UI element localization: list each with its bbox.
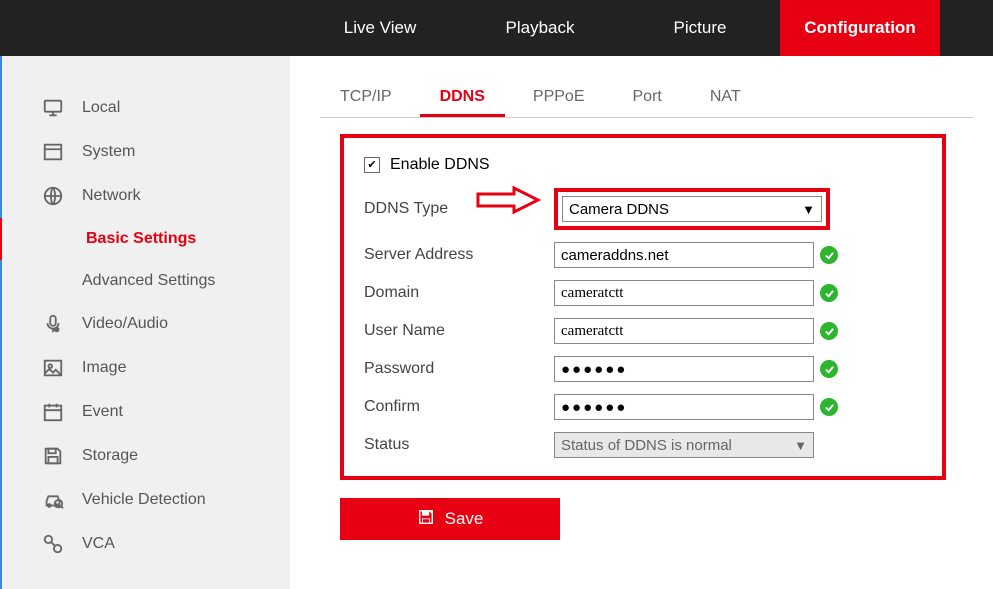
password-input[interactable]	[554, 356, 814, 382]
nav-picture[interactable]: Picture	[620, 0, 780, 56]
sidebar-label: Local	[82, 99, 120, 117]
sidebar-item-network[interactable]: Network	[2, 174, 290, 218]
save-button[interactable]: Save	[340, 498, 560, 540]
nav-configuration[interactable]: Configuration	[780, 0, 940, 56]
username-input[interactable]	[554, 318, 814, 344]
domain-input[interactable]	[554, 280, 814, 306]
sidebar-item-vca[interactable]: VCA	[2, 522, 290, 566]
server-address-input[interactable]	[554, 242, 814, 268]
chevron-down-icon: ▼	[794, 438, 807, 453]
calendar-icon	[42, 401, 64, 423]
save-icon	[42, 445, 64, 467]
sidebar-label: Advanced Settings	[82, 272, 215, 290]
valid-icon	[820, 284, 838, 302]
arrow-annotation-icon	[476, 186, 541, 214]
domain-row: Domain	[364, 280, 918, 306]
sidebar-label: System	[82, 143, 135, 161]
username-label: User Name	[364, 322, 554, 340]
ddns-type-select[interactable]: Camera DDNS ▼	[562, 196, 822, 222]
valid-icon	[820, 398, 838, 416]
sidebar: Local System Network Basic Settings Adva…	[0, 56, 290, 589]
confirm-input[interactable]	[554, 394, 814, 420]
confirm-label: Confirm	[364, 398, 554, 416]
sidebar-item-vehicle-detection[interactable]: Vehicle Detection	[2, 478, 290, 522]
password-label: Password	[364, 360, 554, 378]
sidebar-sub-basic-settings[interactable]: Basic Settings	[0, 218, 290, 260]
content-area: TCP/IP DDNS PPPoE Port NAT ✔ Enable DDNS…	[290, 56, 993, 589]
sidebar-sub-advanced-settings[interactable]: Advanced Settings	[2, 260, 290, 302]
sidebar-item-video-audio[interactable]: Video/Audio	[2, 302, 290, 346]
ddns-type-value: Camera DDNS	[569, 201, 669, 218]
sidebar-item-image[interactable]: Image	[2, 346, 290, 390]
main-region: Local System Network Basic Settings Adva…	[0, 56, 993, 589]
ddns-type-row: DDNS Type Camera DDNS ▼	[364, 188, 918, 230]
sidebar-item-event[interactable]: Event	[2, 390, 290, 434]
topbar-spacer	[0, 0, 300, 56]
top-navigation: Live View Playback Picture Configuration	[0, 0, 993, 56]
enable-ddns-checkbox[interactable]: ✔	[364, 157, 380, 173]
sidebar-label: Video/Audio	[82, 315, 168, 333]
password-row: Password	[364, 356, 918, 382]
sidebar-label: Basic Settings	[86, 230, 196, 248]
nav-playback[interactable]: Playback	[460, 0, 620, 56]
domain-label: Domain	[364, 284, 554, 302]
sidebar-label: Network	[82, 187, 141, 205]
status-label: Status	[364, 436, 554, 454]
microphone-icon	[42, 313, 64, 335]
check-icon: ✔	[367, 160, 376, 171]
link-icon	[42, 533, 64, 555]
tab-port[interactable]: Port	[613, 80, 682, 117]
sidebar-label: Vehicle Detection	[82, 491, 206, 509]
sidebar-item-system[interactable]: System	[2, 130, 290, 174]
sidebar-label: Event	[82, 403, 123, 421]
server-address-row: Server Address	[364, 242, 918, 268]
image-icon	[42, 357, 64, 379]
username-row: User Name	[364, 318, 918, 344]
nav-live-view[interactable]: Live View	[300, 0, 460, 56]
save-disk-icon	[417, 508, 435, 531]
sidebar-item-storage[interactable]: Storage	[2, 434, 290, 478]
globe-icon	[42, 185, 64, 207]
status-row: Status Status of DDNS is normal ▼	[364, 432, 918, 458]
ddns-type-highlight: Camera DDNS ▼	[554, 188, 830, 230]
sidebar-label: Image	[82, 359, 126, 377]
tab-ddns[interactable]: DDNS	[420, 80, 505, 117]
tab-pppoe[interactable]: PPPoE	[513, 80, 605, 117]
chevron-down-icon: ▼	[802, 202, 815, 217]
enable-ddns-label: Enable DDNS	[390, 156, 490, 174]
status-value: Status of DDNS is normal	[561, 437, 732, 454]
enable-ddns-row: ✔ Enable DDNS	[364, 156, 918, 174]
monitor-icon	[42, 97, 64, 119]
tab-nat[interactable]: NAT	[690, 80, 761, 117]
valid-icon	[820, 322, 838, 340]
sidebar-label: VCA	[82, 535, 115, 553]
valid-icon	[820, 360, 838, 378]
window-icon	[42, 141, 64, 163]
valid-icon	[820, 246, 838, 264]
tab-tcpip[interactable]: TCP/IP	[320, 80, 412, 117]
confirm-row: Confirm	[364, 394, 918, 420]
sidebar-item-local[interactable]: Local	[2, 86, 290, 130]
save-label: Save	[445, 509, 484, 529]
tab-bar: TCP/IP DDNS PPPoE Port NAT	[320, 80, 973, 118]
server-address-label: Server Address	[364, 246, 554, 264]
ddns-form-highlight: ✔ Enable DDNS DDNS Type Camera DDNS ▼	[340, 134, 946, 480]
sidebar-label: Storage	[82, 447, 138, 465]
status-select[interactable]: Status of DDNS is normal ▼	[554, 432, 814, 458]
car-icon	[42, 489, 64, 511]
